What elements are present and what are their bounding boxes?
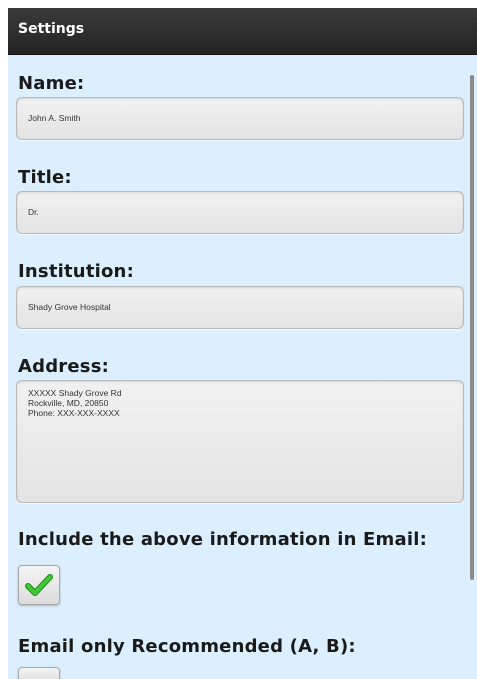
title-bar: Settings: [8, 8, 477, 55]
name-value: John A. Smith: [28, 113, 81, 123]
address-label: Address:: [18, 356, 110, 377]
email-recommended-checkbox[interactable]: [18, 667, 60, 679]
checkmark-icon: [25, 574, 53, 596]
page-title: Settings: [18, 21, 85, 37]
title-field[interactable]: Dr.: [16, 191, 464, 234]
address-field[interactable]: XXXXX Shady Grove Rd Rockville, MD, 2085…: [16, 380, 464, 503]
title-label: Title:: [18, 167, 72, 188]
email-recommended-label: Email only Recommended (A, B):: [18, 636, 356, 657]
scrollbar[interactable]: [470, 75, 474, 580]
name-field[interactable]: John A. Smith: [16, 97, 464, 140]
address-value: XXXXX Shady Grove Rd Rockville, MD, 2085…: [28, 388, 122, 418]
name-label: Name:: [18, 73, 85, 94]
include-info-checkbox[interactable]: [18, 565, 60, 605]
institution-field[interactable]: Shady Grove Hospital: [16, 286, 464, 329]
settings-form: Name: John A. Smith Title: Dr. Instituti…: [8, 55, 477, 679]
institution-label: Institution:: [18, 261, 134, 282]
title-value: Dr.: [28, 207, 39, 217]
settings-screen: Settings Name: John A. Smith Title: Dr. …: [8, 8, 477, 679]
include-info-label: Include the above information in Email:: [18, 529, 427, 550]
institution-value: Shady Grove Hospital: [28, 302, 111, 312]
